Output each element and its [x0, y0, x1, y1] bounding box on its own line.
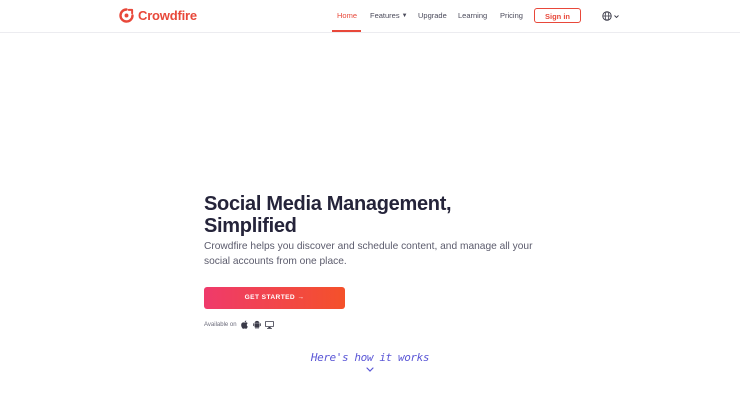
sign-in-button[interactable]: Sign in	[534, 8, 581, 23]
nav-item-pricing[interactable]: Pricing	[500, 0, 523, 32]
desktop-icon[interactable]	[264, 320, 274, 329]
active-nav-indicator	[332, 30, 361, 32]
nav-item-upgrade[interactable]: Upgrade	[418, 0, 447, 32]
crowdfire-logo[interactable]: Crowdfire	[119, 8, 197, 23]
nav-item-features[interactable]: Features ▼	[370, 0, 408, 32]
hero-title-line-2: Simplified	[204, 215, 297, 237]
hero-subtitle-line-1: Crowdfire helps you discover and schedul…	[204, 241, 533, 252]
brand-name: Crowdfire	[138, 8, 197, 23]
available-platforms: Available on	[204, 320, 278, 329]
hero-subtitle: Crowdfire helps you discover and schedul…	[204, 240, 549, 269]
hero-title-line-1: Social Media Management,	[204, 193, 452, 215]
nav-item-features-label: Features	[370, 11, 400, 20]
crowdfire-logo-icon	[119, 8, 134, 23]
language-selector[interactable]	[602, 11, 619, 21]
hero-title: Social Media Management, Simplified	[204, 193, 524, 237]
android-icon[interactable]	[252, 320, 261, 329]
chevron-down-icon[interactable]	[366, 367, 374, 372]
nav-item-learning[interactable]: Learning	[458, 0, 487, 32]
globe-icon	[602, 11, 612, 21]
nav-item-home[interactable]: Home	[337, 0, 357, 32]
how-it-works-label: Here's how it works	[310, 351, 430, 364]
available-on-label: Available on	[204, 321, 237, 328]
get-started-button[interactable]: GET STARTED →	[204, 287, 345, 309]
chevron-down-icon: ▼	[401, 13, 408, 19]
hero-subtitle-line-2: social accounts from one place.	[204, 255, 347, 267]
apple-icon[interactable]	[240, 320, 249, 329]
chevron-down-icon	[614, 14, 619, 18]
top-navigation-bar: Crowdfire Home Features ▼ Upgrade Learnin…	[0, 0, 740, 33]
